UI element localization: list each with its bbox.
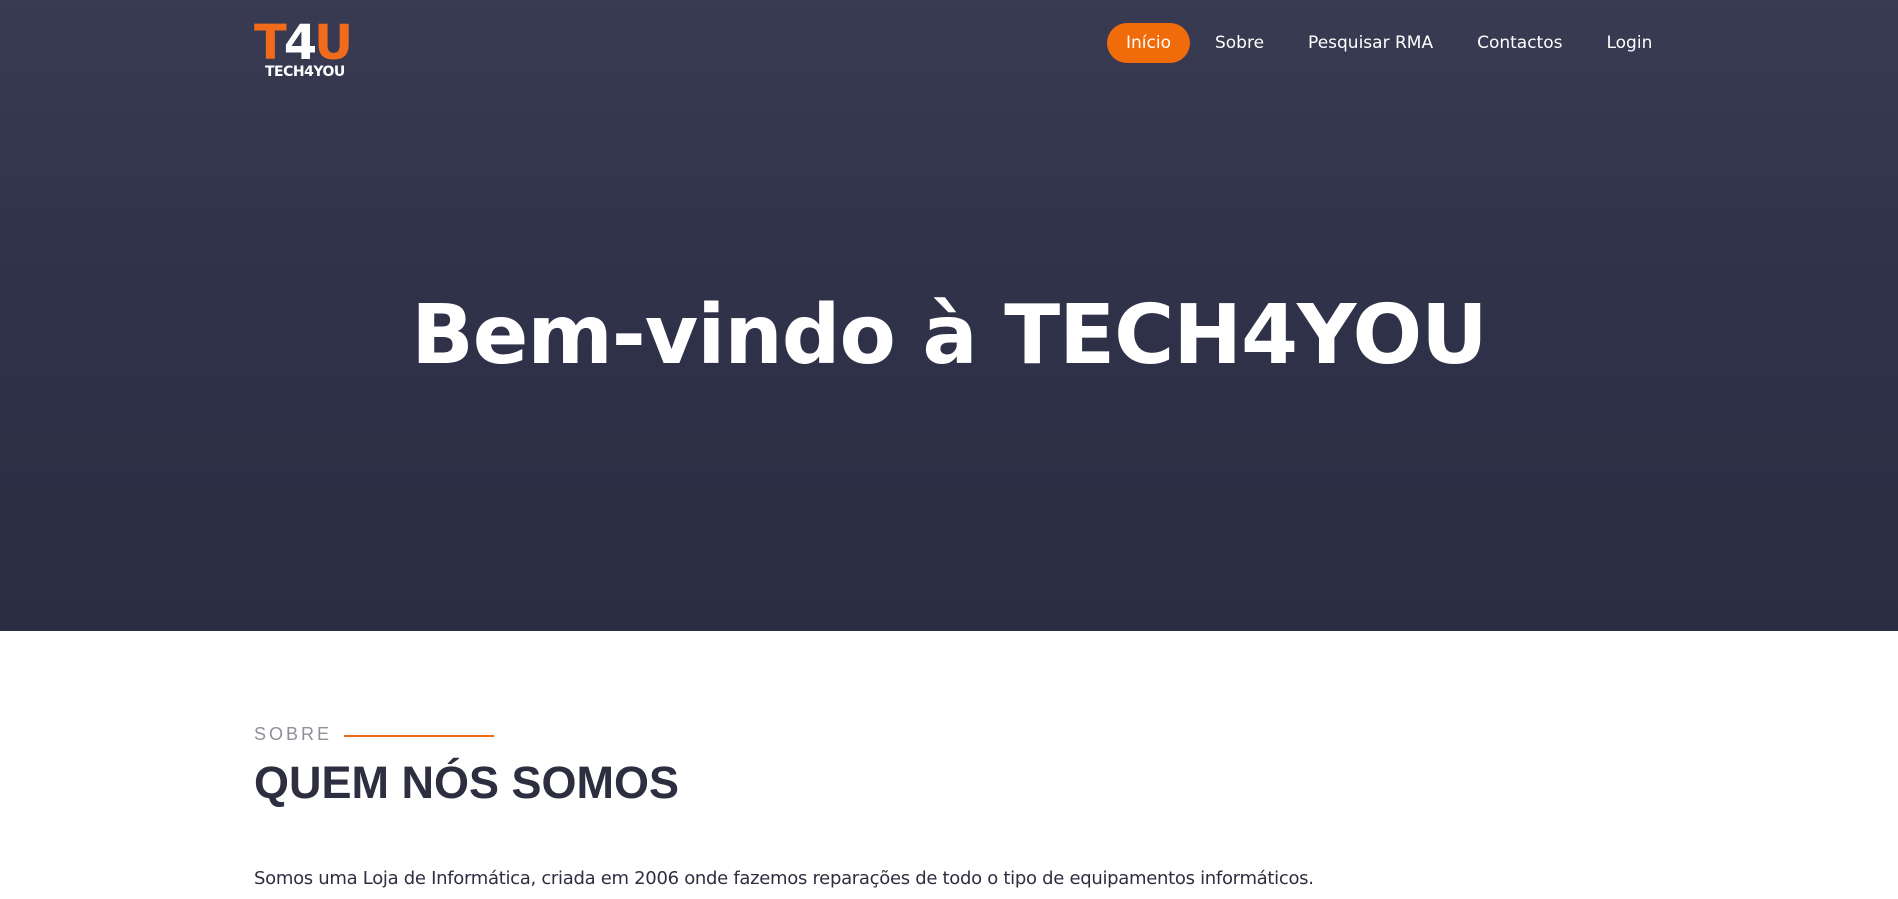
hero-title: Bem-vindo à TECH4YOU: [411, 288, 1488, 383]
nav-item-inicio[interactable]: Início: [1107, 23, 1190, 63]
nav-item-contactos[interactable]: Contactos: [1458, 23, 1581, 63]
nav-item-sobre[interactable]: Sobre: [1196, 23, 1283, 63]
logo-mark-u: U: [314, 15, 353, 71]
logo-mark-t: T: [254, 15, 287, 71]
main-nav: Início Sobre Pesquisar RMA Contactos Log…: [1107, 23, 1677, 63]
logo-mark: T4U: [254, 19, 353, 67]
logo-wordmark: TECH4YOU: [265, 64, 345, 80]
about-eyebrow-divider: [344, 734, 495, 737]
hero-section: T4U TECH4YOU Início Sobre Pesquisar RMA …: [0, 0, 1898, 631]
site-logo[interactable]: T4U TECH4YOU: [254, 19, 366, 80]
nav-item-login[interactable]: Login: [1587, 23, 1671, 63]
about-description: Somos uma Loja de Informática, criada em…: [254, 868, 1314, 889]
logo-mark-4: 4: [283, 15, 317, 71]
nav-item-pesquisar-rma[interactable]: Pesquisar RMA: [1289, 23, 1452, 63]
about-eyebrow: SOBRE: [254, 724, 495, 745]
about-title: QUEM NÓS SOMOS: [254, 757, 680, 808]
about-eyebrow-label: SOBRE: [254, 724, 333, 744]
